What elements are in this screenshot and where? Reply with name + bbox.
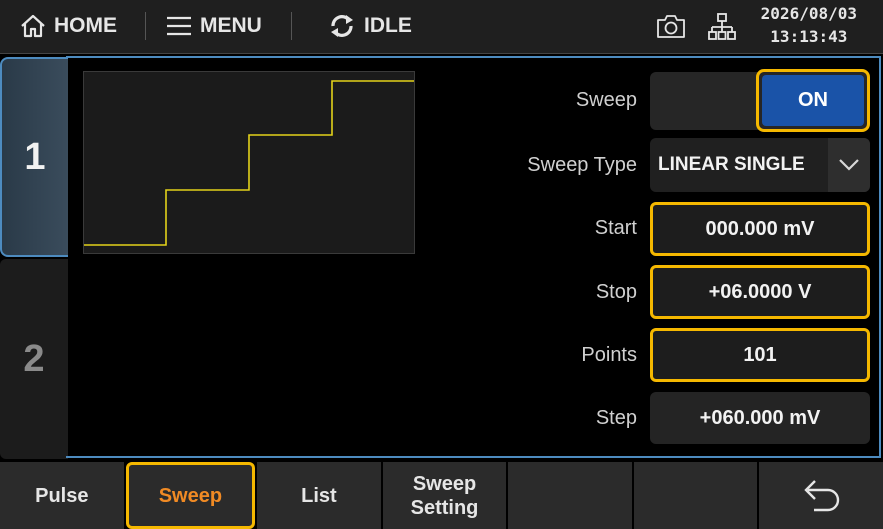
start-value: 000.000 mV: [705, 217, 815, 240]
chevron-down-icon: [839, 159, 859, 171]
points-value: 101: [743, 343, 777, 366]
step-value: +060.000 mV: [699, 406, 821, 429]
empty-softkey-5[interactable]: [508, 462, 632, 529]
channel-tab-2[interactable]: 2: [0, 259, 68, 459]
sweep-setting-label: Sweep Setting: [411, 472, 479, 520]
staircase-waveform: [84, 80, 414, 246]
list-label: List: [301, 484, 337, 507]
sweep-preview: [83, 71, 415, 254]
separator: [291, 12, 292, 40]
sweep-on-button[interactable]: ON: [756, 69, 870, 132]
sweep-setting-line-2: Setting: [410, 496, 479, 519]
dropdown-button[interactable]: [828, 138, 870, 192]
home-button[interactable]: HOME: [20, 0, 117, 52]
status-label: IDLE: [364, 14, 412, 37]
points-field[interactable]: 101: [650, 328, 870, 382]
pulse-softkey[interactable]: Pulse: [0, 462, 124, 529]
list-softkey[interactable]: List: [257, 462, 381, 529]
menu-label: MENU: [200, 14, 262, 37]
sweep-type-value: LINEAR SINGLE: [658, 154, 805, 175]
network-icon[interactable]: [708, 12, 736, 42]
step-field: +060.000 mV: [650, 392, 870, 444]
pulse-label: Pulse: [35, 484, 89, 507]
run-status[interactable]: IDLE: [328, 0, 412, 52]
hamburger-icon: [167, 16, 191, 36]
stop-value: +06.0000 V: [708, 280, 812, 303]
back-arrow-icon: [804, 479, 840, 511]
back-softkey[interactable]: [759, 462, 883, 529]
sweep-type-select[interactable]: LINEAR SINGLE: [650, 138, 870, 192]
sweep-setting-softkey[interactable]: Sweep Setting: [382, 462, 507, 529]
time-text: 13:13:43: [770, 27, 848, 46]
sweep-softkey[interactable]: Sweep: [125, 462, 256, 529]
sweep-on-label: ON: [762, 75, 864, 126]
date-text: 2026/08/03: [760, 4, 857, 23]
channel-2-label: 2: [23, 337, 45, 380]
top-bar: HOME MENU IDLE 2026/08/03 13:13:43: [0, 0, 883, 54]
channel-1-label: 1: [24, 135, 46, 178]
camera-icon[interactable]: [656, 12, 686, 40]
start-field[interactable]: 000.000 mV: [650, 202, 870, 256]
start-label: Start: [594, 217, 637, 239]
points-label: Points: [581, 344, 637, 366]
empty-softkey-6[interactable]: [633, 462, 758, 529]
sweep-softkey-label: Sweep: [158, 484, 223, 507]
sweep-setting-line-1: Sweep: [412, 472, 477, 495]
softkey-bar: Pulse Sweep List Sweep Setting: [0, 462, 883, 529]
stop-field[interactable]: +06.0000 V: [650, 265, 870, 319]
sweep-type-label: Sweep Type: [527, 154, 637, 176]
menu-button[interactable]: MENU: [166, 0, 262, 52]
refresh-icon: [331, 15, 353, 37]
datetime: 2026/08/03 13:13:43: [761, 2, 857, 48]
separator: [145, 12, 146, 40]
home-icon: [21, 14, 45, 38]
home-label: HOME: [54, 14, 117, 37]
channel-tab-1[interactable]: 1: [0, 57, 68, 257]
step-label: Step: [595, 407, 637, 429]
stop-label: Stop: [595, 281, 637, 303]
sweep-label: Sweep: [575, 89, 637, 111]
